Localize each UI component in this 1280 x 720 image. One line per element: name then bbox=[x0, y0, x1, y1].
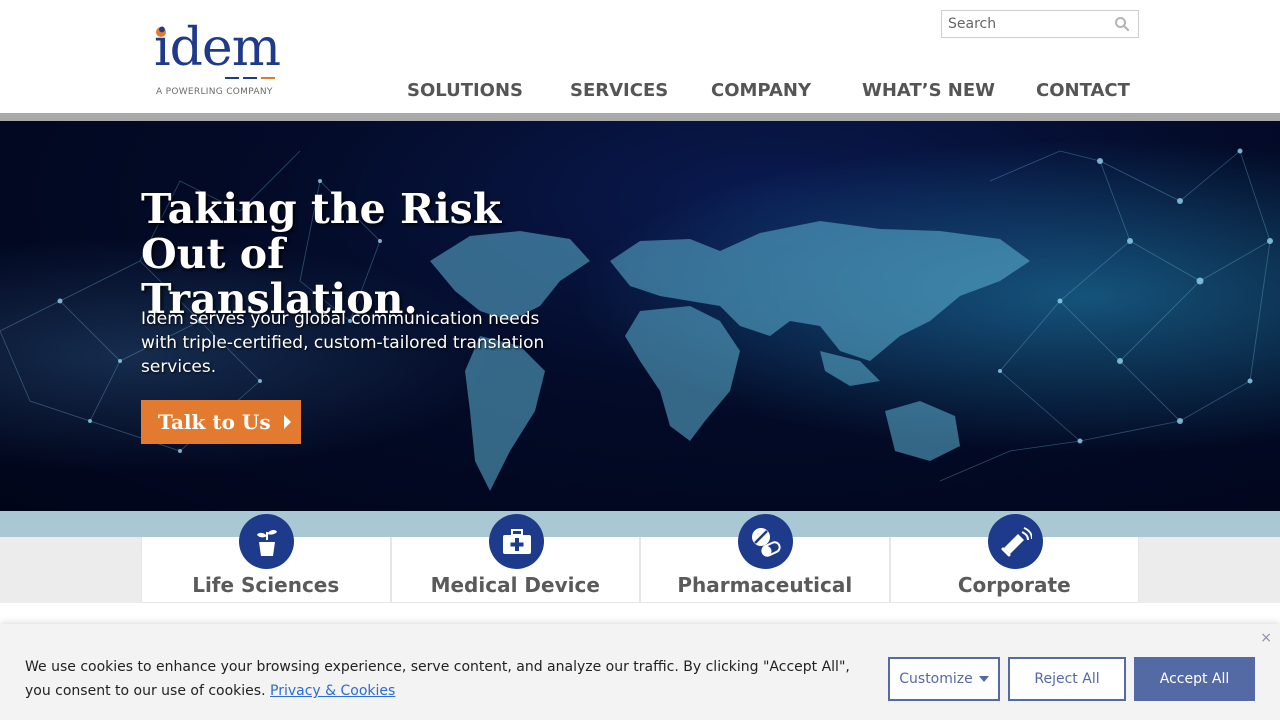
main-nav: SOLUTIONS SERVICES COMPANY WHAT’S NEW CO… bbox=[0, 80, 1280, 104]
search-box bbox=[941, 10, 1139, 38]
nav-contact[interactable]: CONTACT bbox=[1036, 80, 1130, 101]
pills-icon[interactable] bbox=[738, 514, 793, 569]
nav-whats-new[interactable]: WHAT’S NEW bbox=[862, 80, 995, 101]
accept-all-button[interactable]: Accept All bbox=[1134, 657, 1255, 701]
logo-wordmark: idem bbox=[154, 18, 281, 78]
hero-title: Taking the Risk Out of Translation. bbox=[141, 185, 502, 323]
nav-services[interactable]: SERVICES bbox=[570, 80, 668, 101]
close-icon[interactable]: × bbox=[1260, 630, 1272, 646]
arrow-right-icon bbox=[284, 415, 291, 429]
header-divider bbox=[0, 113, 1280, 121]
customize-button[interactable]: Customize bbox=[888, 657, 1000, 701]
search-icon[interactable] bbox=[1114, 16, 1130, 32]
megaphone-icon[interactable] bbox=[988, 514, 1043, 569]
talk-to-us-label: Talk to Us bbox=[158, 410, 271, 434]
medical-kit-icon[interactable] bbox=[489, 514, 544, 569]
industry-label: Pharmaceutical bbox=[677, 573, 853, 597]
search-input[interactable] bbox=[942, 11, 1112, 37]
caret-down-icon bbox=[978, 676, 989, 682]
hero-description: Idem serves your global communication ne… bbox=[141, 309, 545, 377]
talk-to-us-button[interactable]: Talk to Us bbox=[141, 400, 301, 444]
seedling-icon[interactable] bbox=[239, 514, 294, 569]
nav-company[interactable]: COMPANY bbox=[711, 80, 811, 101]
industry-label: Corporate bbox=[957, 573, 1071, 597]
cookie-message: We use cookies to enhance your browsing … bbox=[25, 655, 875, 703]
logo-dashes bbox=[225, 77, 275, 79]
customize-label: Customize bbox=[899, 671, 973, 687]
hero-banner: Taking the Risk Out of Translation. Idem… bbox=[0, 121, 1280, 511]
cookie-text: We use cookies to enhance your browsing … bbox=[25, 659, 850, 699]
cookie-banner: × We use cookies to enhance your browsin… bbox=[0, 624, 1280, 720]
site-header: idem A POWERLING COMPANY SOLUTIONS SERVI… bbox=[0, 0, 1280, 113]
nav-solutions[interactable]: SOLUTIONS bbox=[407, 80, 523, 101]
privacy-cookies-link[interactable]: Privacy & Cookies bbox=[270, 683, 395, 699]
industry-label: Medical Device bbox=[430, 573, 600, 597]
industry-label: Life Sciences bbox=[192, 573, 340, 597]
industries-band bbox=[0, 511, 1280, 537]
reject-all-button[interactable]: Reject All bbox=[1008, 657, 1126, 701]
